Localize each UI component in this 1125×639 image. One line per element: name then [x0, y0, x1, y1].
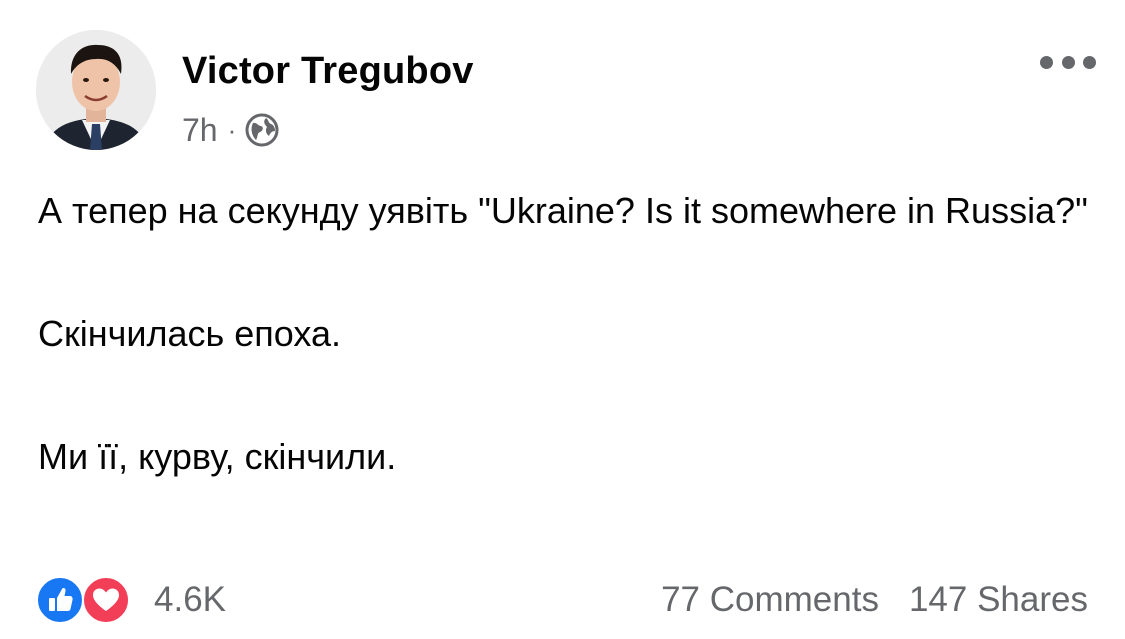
post-paragraph: А тепер на секунду уявіть "Ukraine? Is i…	[38, 190, 1088, 231]
more-dot-icon	[1061, 55, 1075, 69]
meta-separator: ·	[227, 114, 237, 145]
more-dot-icon	[1083, 55, 1096, 69]
post-paragraph: Ми її, курву, скінчили.	[38, 436, 397, 477]
engagement-counts: 77 Comments 147 Shares	[661, 578, 1088, 622]
love-icon	[82, 576, 130, 624]
post-footer: 4.6K 77 Comments 147 Shares	[36, 572, 1088, 628]
more-options-button[interactable]	[1040, 50, 1096, 74]
author-name[interactable]: Victor Tregubov	[182, 50, 474, 93]
comments-count-link[interactable]: 77 Comments	[661, 580, 879, 620]
author-avatar[interactable]	[36, 30, 156, 150]
more-dot-icon	[1040, 55, 1053, 69]
reactions-summary[interactable]: 4.6K	[36, 576, 226, 624]
shares-count-link[interactable]: 147 Shares	[909, 580, 1088, 620]
reaction-icons	[36, 576, 132, 624]
post-meta: 7h ·	[182, 110, 280, 150]
post-timestamp[interactable]: 7h	[182, 112, 218, 149]
post-paragraph: Скінчилась епоха.	[38, 313, 342, 354]
globe-icon[interactable]	[244, 112, 280, 148]
post-header: Victor Tregubov 7h ·	[36, 30, 1096, 152]
avatar-image	[36, 30, 156, 150]
reaction-count: 4.6K	[154, 580, 226, 619]
like-icon	[36, 576, 84, 624]
post-text: А тепер на секунду уявіть "Ukraine? Is i…	[38, 180, 1088, 487]
